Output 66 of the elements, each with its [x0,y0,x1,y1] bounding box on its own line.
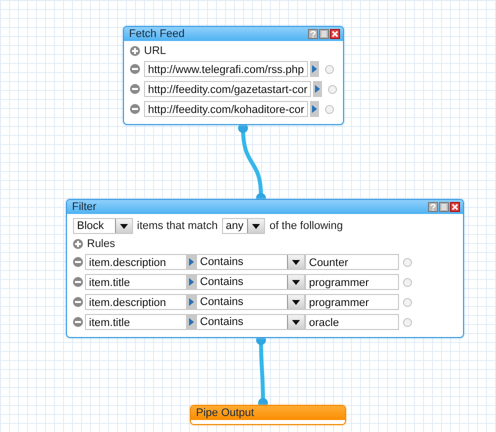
output-port-icon[interactable] [403,318,412,326]
remove-icon[interactable] [130,64,140,74]
field-arrow-button[interactable] [187,274,196,290]
filter-text: items that match [137,220,218,232]
url-field[interactable]: http://feedity.com/kohaditore-cor [144,101,308,117]
mode-select[interactable]: Block [73,218,133,234]
output-port-icon[interactable] [403,278,412,286]
help-icon[interactable] [308,29,318,39]
rules-label: Rules [87,238,116,250]
close-icon[interactable] [450,202,460,212]
triangle-icon [189,258,194,266]
remove-icon[interactable] [73,257,83,267]
output-port-icon[interactable] [403,258,412,266]
caret-icon [292,300,300,304]
operator-select[interactable]: Contains [196,294,305,310]
url-field[interactable]: http://www.telegrafi.com/rss.php [144,61,308,77]
rule-value-field[interactable]: programmer [305,274,399,290]
minimize-icon[interactable] [439,202,449,212]
rule-value-field[interactable]: Counter [305,254,399,270]
field-arrow-button[interactable] [313,81,322,97]
rule-value-field[interactable]: oracle [305,314,399,330]
rule-field[interactable]: item.title [85,314,187,330]
remove-icon[interactable] [130,104,140,114]
module-title: Pipe Output [196,407,256,419]
rule-field[interactable]: item.description [85,254,187,270]
field-arrow-button[interactable] [310,61,319,77]
field-arrow-button[interactable] [187,254,196,270]
remove-icon[interactable] [73,297,83,307]
field-arrow-button[interactable] [187,314,196,330]
output-port-icon[interactable] [328,84,338,94]
help-icon[interactable] [428,202,438,212]
caret-icon [252,224,260,228]
triangle-icon [189,318,194,326]
operator-select[interactable]: Contains [196,274,305,290]
triangle-icon [312,65,317,73]
triangle-icon [189,278,194,286]
triangle-icon [315,85,320,93]
triangle-icon [312,105,318,113]
field-arrow-button[interactable] [310,101,320,117]
url-field[interactable]: http://feedity.com/gazetastart-cor [144,81,312,97]
caret-icon [292,320,300,324]
caret-icon [292,280,300,284]
remove-icon[interactable] [73,317,83,327]
remove-icon[interactable] [130,84,140,94]
match-select[interactable]: any [222,218,266,234]
url-label: URL [144,45,166,57]
caret-icon [292,260,300,264]
module-title: Filter [72,201,98,213]
filter-text: of the following [269,220,343,232]
field-arrow-button[interactable] [187,294,196,310]
caret-icon [120,224,128,228]
remove-icon[interactable] [73,277,83,287]
close-icon[interactable] [330,29,340,39]
triangle-icon [189,298,194,306]
output-port-icon[interactable] [403,298,412,306]
add-icon[interactable] [73,239,83,249]
rule-field[interactable]: item.description [85,294,187,310]
module-title: Fetch Feed [129,28,186,40]
output-port-icon[interactable] [325,104,334,114]
output-port-icon[interactable] [324,64,334,74]
rule-field[interactable]: item.title [85,274,187,290]
add-icon[interactable] [130,46,140,56]
minimize-icon[interactable] [319,29,330,39]
operator-select[interactable]: Contains [196,254,305,270]
operator-select[interactable]: Contains [196,314,305,330]
rule-value-field[interactable]: programmer [305,294,399,310]
